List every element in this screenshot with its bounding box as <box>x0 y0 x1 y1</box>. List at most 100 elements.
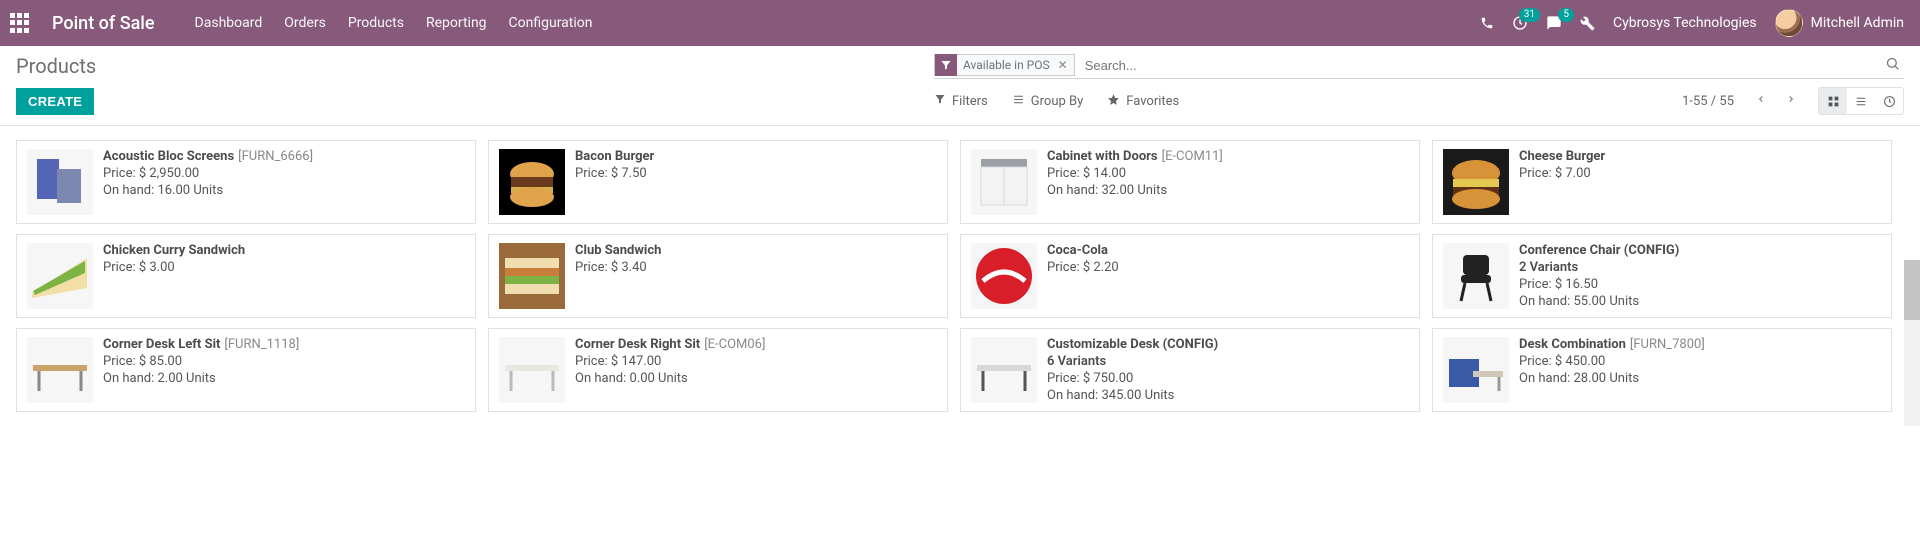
product-name: Corner Desk Right Sit[E-COM06] <box>575 337 765 352</box>
facet-label: Available in POS <box>963 58 1050 72</box>
product-name: Coca-Cola <box>1047 243 1119 258</box>
product-card[interactable]: Corner Desk Right Sit[E-COM06] Price: $ … <box>488 328 948 412</box>
funnel-icon <box>935 54 957 76</box>
product-price: Price: $ 147.00 <box>575 354 765 369</box>
product-name: Desk Combination[FURN_7800] <box>1519 337 1705 352</box>
product-name: Conference Chair (CONFIG) <box>1519 243 1683 258</box>
product-price: Price: $ 3.00 <box>103 260 249 275</box>
product-card[interactable]: Cheese Burger Price: $ 7.00 <box>1432 140 1892 224</box>
product-onhand: On hand: 345.00 Units <box>1047 388 1222 403</box>
pager-prev[interactable] <box>1748 89 1774 113</box>
product-card[interactable]: Customizable Desk (CONFIG) 6 Variants Pr… <box>960 328 1420 412</box>
product-onhand: On hand: 16.00 Units <box>103 183 313 198</box>
user-name: Mitchell Admin <box>1811 15 1904 31</box>
product-name: Bacon Burger <box>575 149 658 164</box>
product-card[interactable]: Cabinet with Doors[E-COM11] Price: $ 14.… <box>960 140 1420 224</box>
activity-badge: 31 <box>1519 8 1540 22</box>
product-onhand: On hand: 0.00 Units <box>575 371 765 386</box>
product-onhand: On hand: 55.00 Units <box>1519 294 1683 309</box>
product-onhand: On hand: 28.00 Units <box>1519 371 1705 386</box>
nav-item-reporting[interactable]: Reporting <box>426 15 487 31</box>
product-thumbnail <box>499 337 565 403</box>
product-thumbnail <box>971 149 1037 215</box>
messages-icon[interactable]: 5 <box>1546 15 1562 31</box>
funnel-icon <box>934 93 946 109</box>
product-name: Club Sandwich <box>575 243 665 258</box>
phone-icon[interactable] <box>1480 16 1494 30</box>
product-price: Price: $ 750.00 <box>1047 371 1222 386</box>
view-activity-button[interactable] <box>1875 88 1903 114</box>
product-onhand: On hand: 2.00 Units <box>103 371 299 386</box>
product-price: Price: $ 2,950.00 <box>103 166 313 181</box>
activity-icon[interactable]: 31 <box>1512 15 1528 31</box>
product-card[interactable]: Bacon Burger Price: $ 7.50 <box>488 140 948 224</box>
product-thumbnail <box>499 243 565 309</box>
product-variants: 6 Variants <box>1047 354 1222 369</box>
view-list-button[interactable] <box>1847 88 1875 114</box>
product-name: Cheese Burger <box>1519 149 1609 164</box>
main-navbar: Point of Sale Dashboard Orders Products … <box>0 0 1920 46</box>
product-card[interactable]: Desk Combination[FURN_7800] Price: $ 450… <box>1432 328 1892 412</box>
product-onhand: On hand: 32.00 Units <box>1047 183 1223 198</box>
settings-icon[interactable] <box>1580 16 1595 31</box>
product-price: Price: $ 16.50 <box>1519 277 1683 292</box>
product-card[interactable]: Coca-Cola Price: $ 2.20 <box>960 234 1420 318</box>
product-price: Price: $ 7.00 <box>1519 166 1609 181</box>
view-switcher <box>1818 87 1904 115</box>
nav-item-products[interactable]: Products <box>348 15 404 31</box>
favorites-button[interactable]: Favorites <box>1107 93 1179 110</box>
product-card[interactable]: Corner Desk Left Sit[FURN_1118] Price: $… <box>16 328 476 412</box>
product-thumbnail <box>1443 149 1509 215</box>
product-price: Price: $ 3.40 <box>575 260 665 275</box>
product-card[interactable]: Club Sandwich Price: $ 3.40 <box>488 234 948 318</box>
groupby-button[interactable]: Group By <box>1012 93 1084 110</box>
nav-menu: Dashboard Orders Products Reporting Conf… <box>195 15 593 31</box>
search-facet[interactable]: Available in POS ✕ <box>934 54 1075 76</box>
product-thumbnail <box>27 243 93 309</box>
product-name: Acoustic Bloc Screens[FURN_6666] <box>103 149 313 164</box>
nav-item-orders[interactable]: Orders <box>284 15 326 31</box>
apps-icon[interactable] <box>8 11 32 35</box>
control-panel: Products Available in POS ✕ CREATE <box>0 46 1920 126</box>
product-thumbnail <box>1443 243 1509 309</box>
product-thumbnail <box>971 337 1037 403</box>
product-variants: 2 Variants <box>1519 260 1683 275</box>
avatar <box>1775 9 1803 37</box>
company-name[interactable]: Cybrosys Technologies <box>1613 15 1757 31</box>
product-card[interactable]: Acoustic Bloc Screens[FURN_6666] Price: … <box>16 140 476 224</box>
nav-item-configuration[interactable]: Configuration <box>509 15 593 31</box>
product-thumbnail <box>27 149 93 215</box>
product-thumbnail <box>971 243 1037 309</box>
product-name: Cabinet with Doors[E-COM11] <box>1047 149 1223 164</box>
nav-item-dashboard[interactable]: Dashboard <box>195 15 263 31</box>
page-title: Products <box>16 54 96 78</box>
product-thumbnail <box>27 337 93 403</box>
facet-remove-icon[interactable]: ✕ <box>1058 58 1068 72</box>
product-card[interactable]: Conference Chair (CONFIG) 2 Variants Pri… <box>1432 234 1892 318</box>
scrollbar[interactable] <box>1904 260 1920 426</box>
product-price: Price: $ 14.00 <box>1047 166 1223 181</box>
product-price: Price: $ 2.20 <box>1047 260 1119 275</box>
product-price: Price: $ 85.00 <box>103 354 299 369</box>
product-name: Chicken Curry Sandwich <box>103 243 249 258</box>
messages-badge: 5 <box>1558 8 1574 22</box>
view-kanban-button[interactable] <box>1819 88 1847 114</box>
product-thumbnail <box>499 149 565 215</box>
product-name: Corner Desk Left Sit[FURN_1118] <box>103 337 299 352</box>
search-input[interactable] <box>1081 56 1875 75</box>
pager-text[interactable]: 1-55 / 55 <box>1682 94 1734 109</box>
create-button[interactable]: CREATE <box>16 88 94 115</box>
product-thumbnail <box>1443 337 1509 403</box>
user-menu[interactable]: Mitchell Admin <box>1775 9 1904 37</box>
product-price: Price: $ 7.50 <box>575 166 658 181</box>
app-brand[interactable]: Point of Sale <box>52 13 155 34</box>
product-name: Customizable Desk (CONFIG) <box>1047 337 1222 352</box>
search-icon[interactable] <box>1881 56 1904 75</box>
list-icon <box>1012 93 1025 110</box>
filters-button[interactable]: Filters <box>934 93 988 109</box>
product-card[interactable]: Chicken Curry Sandwich Price: $ 3.00 <box>16 234 476 318</box>
pager-next[interactable] <box>1778 89 1804 113</box>
product-kanban: Acoustic Bloc Screens[FURN_6666] Price: … <box>0 126 1902 426</box>
search-bar[interactable]: Available in POS ✕ <box>934 54 1904 79</box>
product-price: Price: $ 450.00 <box>1519 354 1705 369</box>
